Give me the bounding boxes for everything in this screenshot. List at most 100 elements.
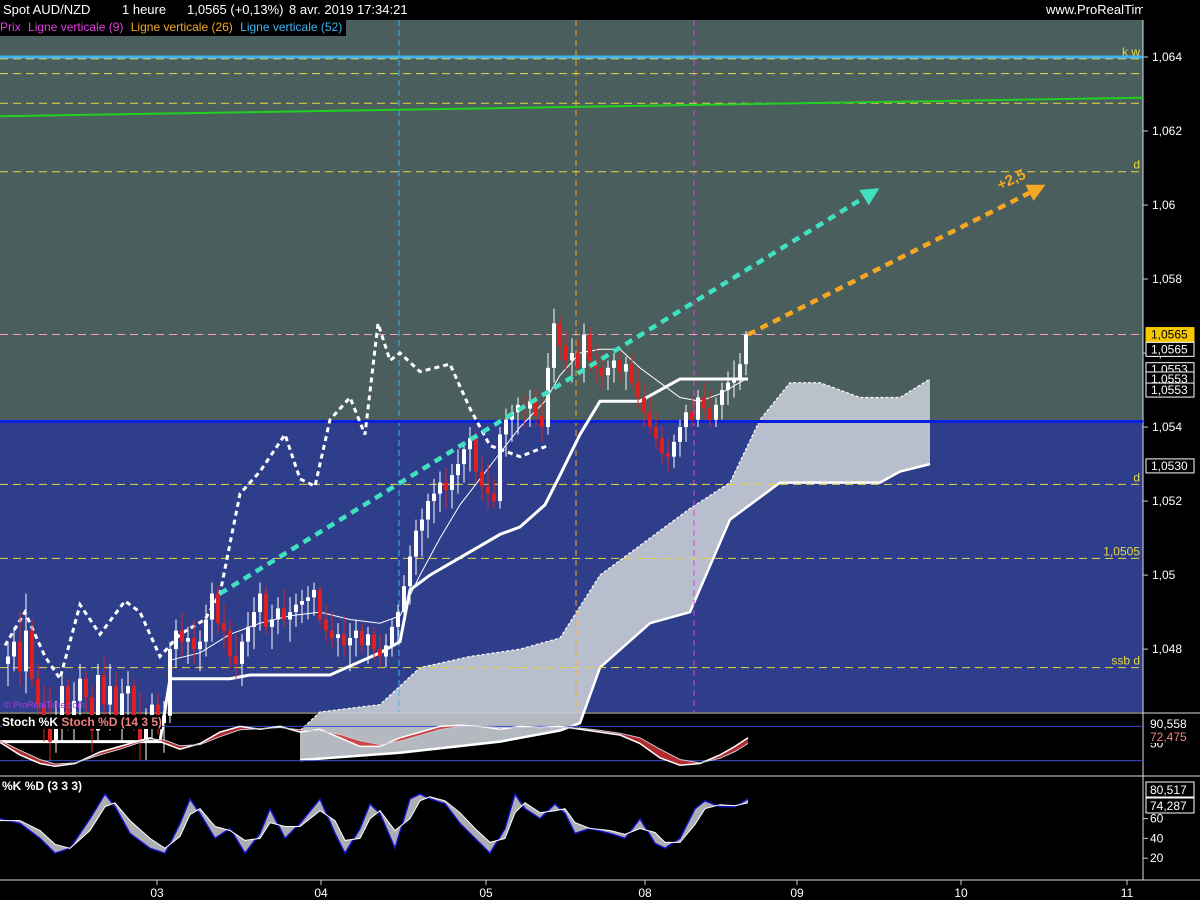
candle[interactable] bbox=[588, 334, 592, 361]
candle[interactable] bbox=[576, 353, 580, 368]
candle[interactable] bbox=[84, 678, 88, 698]
candle[interactable] bbox=[672, 441, 676, 457]
candle[interactable] bbox=[294, 604, 298, 613]
candle[interactable] bbox=[114, 686, 118, 716]
candle[interactable] bbox=[288, 612, 292, 620]
candle[interactable] bbox=[336, 634, 340, 638]
candle[interactable] bbox=[390, 626, 394, 646]
candle[interactable] bbox=[546, 367, 550, 428]
candle[interactable] bbox=[666, 452, 670, 457]
candle[interactable] bbox=[636, 382, 640, 398]
candle[interactable] bbox=[462, 449, 466, 465]
candle[interactable] bbox=[612, 360, 616, 368]
candle[interactable] bbox=[252, 612, 256, 627]
candle[interactable] bbox=[582, 334, 586, 368]
candle[interactable] bbox=[696, 397, 700, 420]
candle[interactable] bbox=[384, 645, 388, 657]
candle[interactable] bbox=[174, 630, 178, 650]
candle[interactable] bbox=[420, 519, 424, 531]
candle[interactable] bbox=[366, 634, 370, 646]
candle[interactable] bbox=[504, 419, 508, 435]
candle[interactable] bbox=[456, 464, 460, 476]
price-chart[interactable]: k wdd1,0505ssb d+2,5© ProRealTime.com1,0… bbox=[0, 0, 1200, 900]
candle[interactable] bbox=[732, 378, 736, 383]
candle[interactable] bbox=[402, 586, 406, 613]
candle[interactable] bbox=[168, 649, 172, 716]
candle[interactable] bbox=[426, 501, 430, 520]
candle[interactable] bbox=[342, 634, 346, 646]
candle[interactable] bbox=[408, 556, 412, 587]
candle[interactable] bbox=[204, 619, 208, 642]
candle[interactable] bbox=[606, 367, 610, 376]
candle[interactable] bbox=[354, 630, 358, 638]
candle[interactable] bbox=[6, 656, 10, 664]
candle[interactable] bbox=[210, 593, 214, 620]
candle[interactable] bbox=[126, 686, 130, 694]
candle[interactable] bbox=[330, 630, 334, 638]
candle[interactable] bbox=[240, 641, 244, 664]
candle[interactable] bbox=[642, 397, 646, 413]
candle[interactable] bbox=[192, 637, 196, 650]
candle[interactable] bbox=[180, 630, 184, 642]
candle[interactable] bbox=[270, 619, 274, 627]
candle[interactable] bbox=[534, 401, 538, 416]
candle[interactable] bbox=[306, 597, 310, 601]
candle[interactable] bbox=[120, 693, 124, 716]
candle[interactable] bbox=[702, 397, 706, 409]
stoch-k-legend[interactable]: Stoch %K bbox=[2, 715, 58, 729]
candle[interactable] bbox=[186, 637, 190, 642]
candle[interactable] bbox=[348, 637, 352, 646]
candle[interactable] bbox=[474, 438, 478, 472]
candle[interactable] bbox=[540, 415, 544, 428]
candle[interactable] bbox=[108, 686, 112, 705]
legend-prix[interactable]: Prix bbox=[0, 20, 21, 34]
kd-k-legend[interactable]: %K bbox=[2, 779, 21, 793]
candle[interactable] bbox=[12, 641, 16, 657]
stoch-d-legend[interactable]: Stoch %D (14 3 5) bbox=[61, 715, 162, 729]
candle[interactable] bbox=[684, 412, 688, 428]
candle[interactable] bbox=[714, 404, 718, 420]
candle[interactable] bbox=[600, 367, 604, 376]
candle[interactable] bbox=[678, 427, 682, 442]
candle[interactable] bbox=[486, 486, 490, 494]
candle[interactable] bbox=[744, 334, 748, 365]
candle[interactable] bbox=[570, 353, 574, 361]
candle[interactable] bbox=[300, 600, 304, 605]
candle[interactable] bbox=[618, 360, 622, 372]
legend-line-52[interactable]: Ligne verticale (52) bbox=[240, 20, 342, 34]
candle[interactable] bbox=[564, 345, 568, 361]
candle[interactable] bbox=[720, 390, 724, 405]
candle[interactable] bbox=[318, 589, 322, 620]
candle[interactable] bbox=[432, 493, 436, 502]
candle[interactable] bbox=[480, 471, 484, 487]
candle[interactable] bbox=[102, 674, 106, 705]
candle[interactable] bbox=[234, 656, 238, 664]
candle[interactable] bbox=[726, 382, 730, 391]
candle[interactable] bbox=[552, 323, 556, 368]
candle[interactable] bbox=[216, 593, 220, 624]
candle[interactable] bbox=[654, 427, 658, 439]
candle[interactable] bbox=[630, 364, 634, 383]
candle[interactable] bbox=[276, 608, 280, 620]
candle[interactable] bbox=[198, 641, 202, 650]
candle[interactable] bbox=[414, 530, 418, 557]
candle[interactable] bbox=[438, 482, 442, 494]
candle[interactable] bbox=[498, 434, 502, 502]
candle[interactable] bbox=[378, 649, 382, 657]
candle[interactable] bbox=[492, 493, 496, 502]
candle[interactable] bbox=[372, 634, 376, 650]
candle[interactable] bbox=[78, 678, 82, 701]
candle[interactable] bbox=[690, 412, 694, 420]
candle[interactable] bbox=[324, 619, 328, 631]
legend-line-26[interactable]: Ligne verticale (26) bbox=[131, 20, 233, 34]
candle[interactable] bbox=[246, 626, 250, 642]
candle[interactable] bbox=[444, 482, 448, 490]
legend-line-9[interactable]: Ligne verticale (9) bbox=[28, 20, 123, 34]
candle[interactable] bbox=[258, 593, 262, 613]
candle[interactable] bbox=[228, 630, 232, 657]
candle[interactable] bbox=[558, 323, 562, 346]
candle[interactable] bbox=[162, 715, 166, 724]
candle[interactable] bbox=[396, 612, 400, 627]
candle[interactable] bbox=[222, 623, 226, 631]
candle[interactable] bbox=[18, 641, 22, 672]
